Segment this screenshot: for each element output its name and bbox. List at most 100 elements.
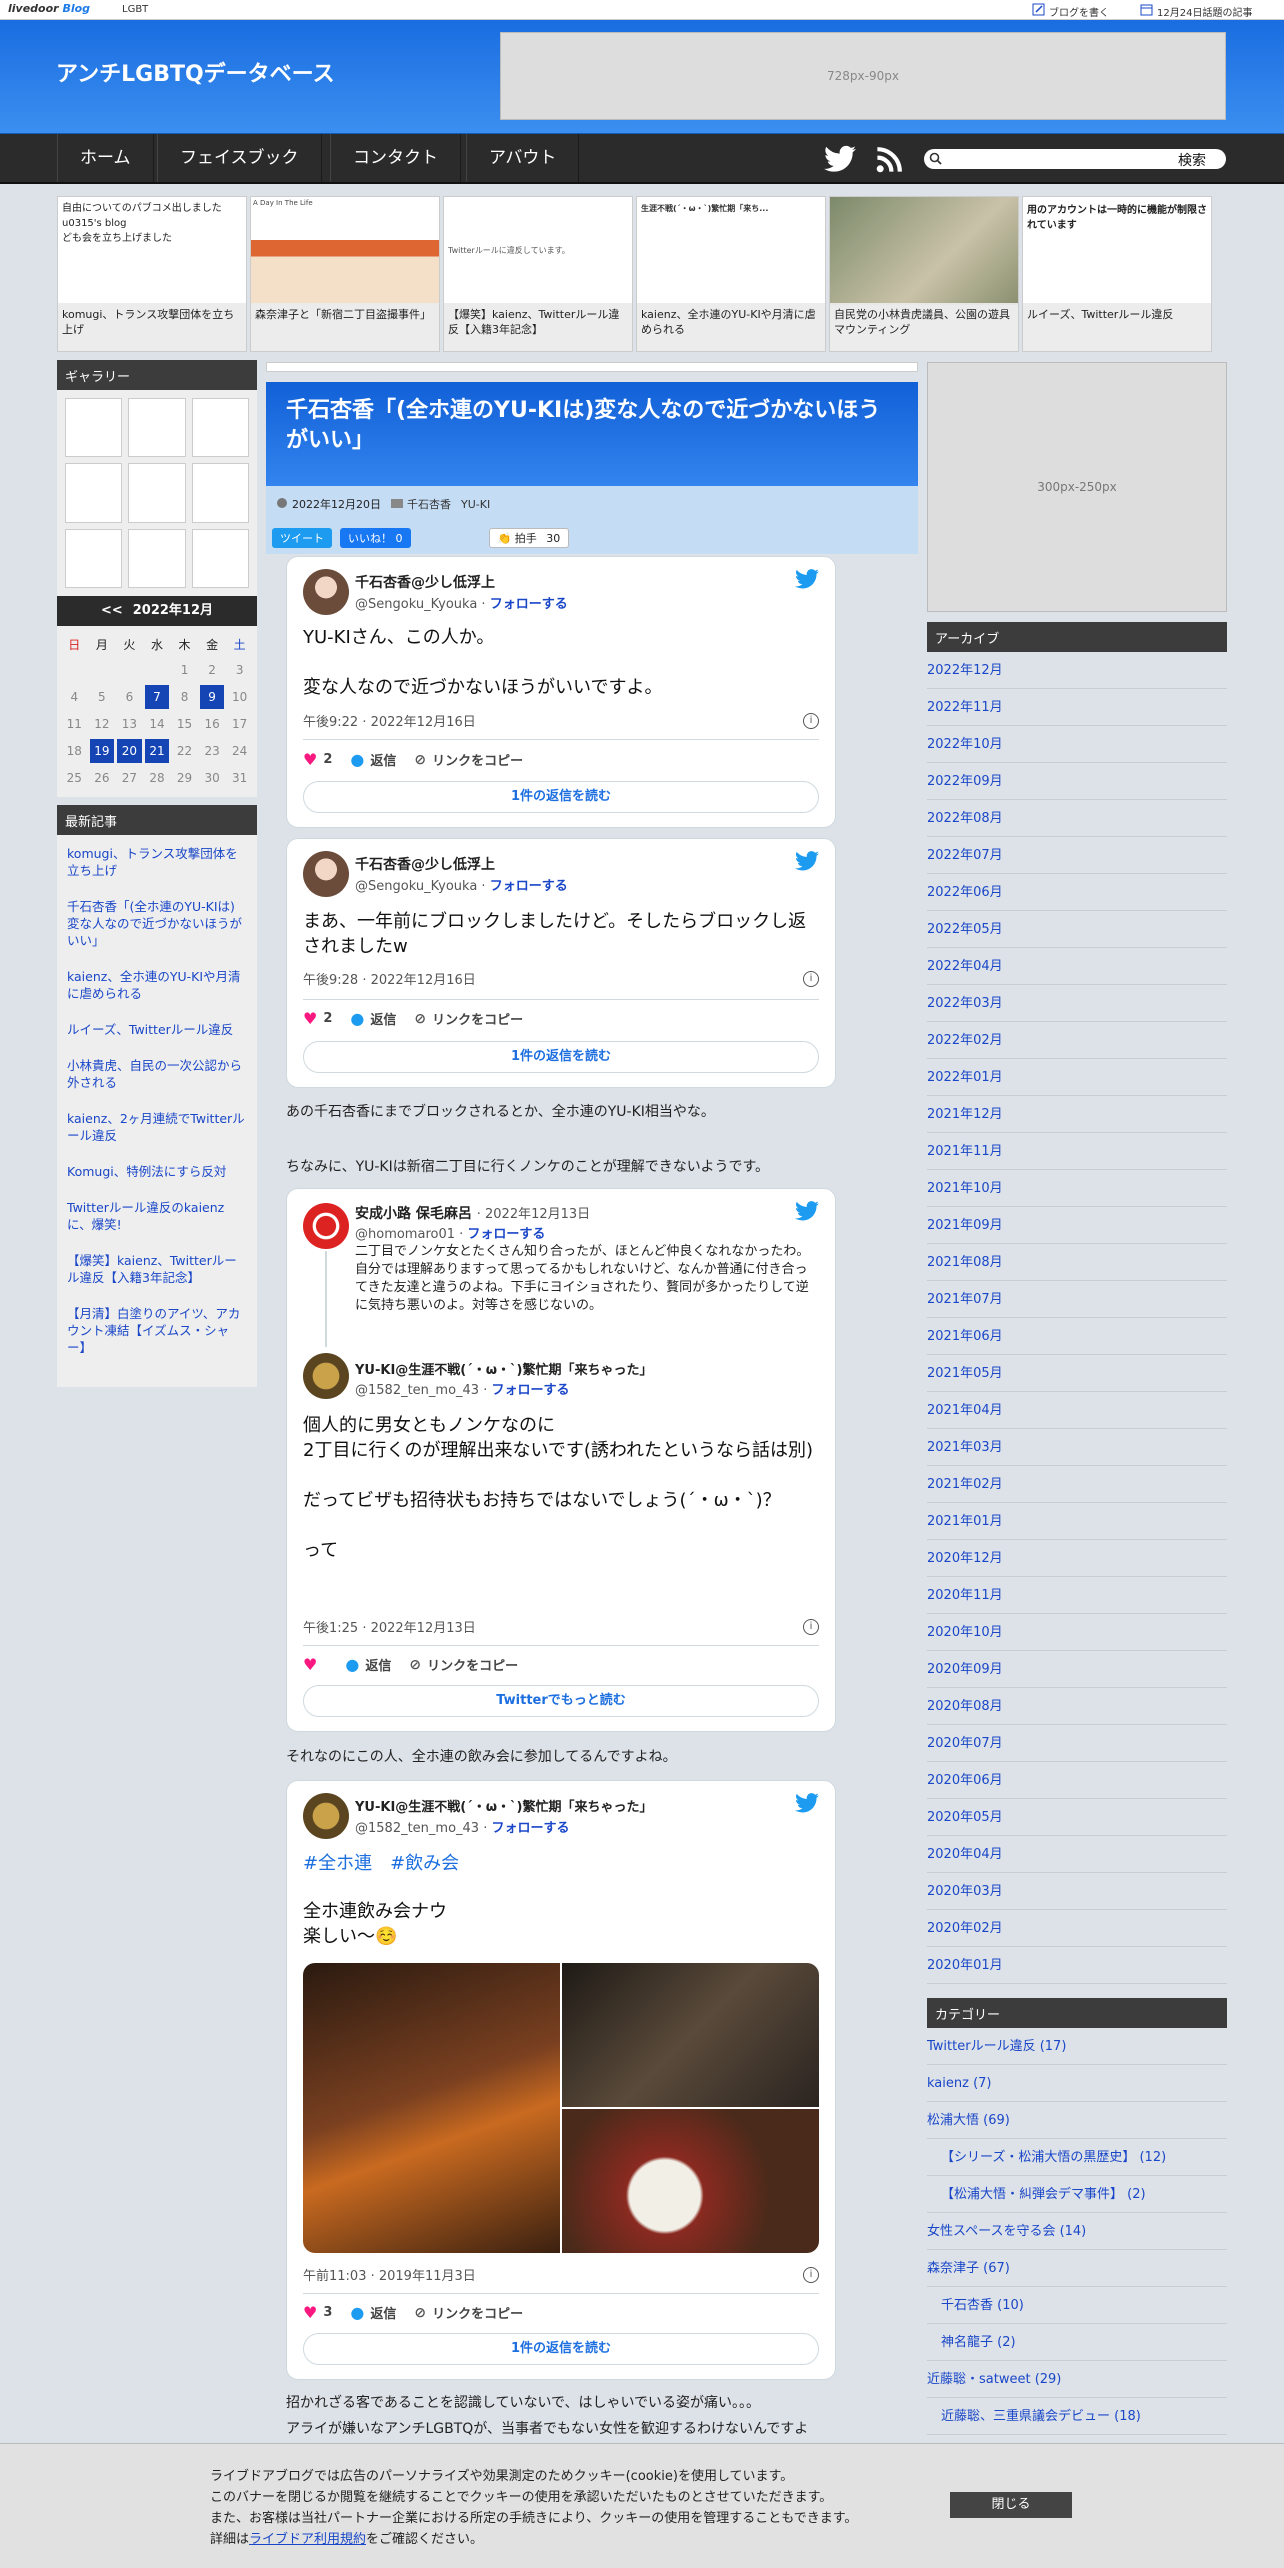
archive-link[interactable]: 2020年10月 xyxy=(927,1614,1227,1651)
avatar[interactable] xyxy=(303,1353,349,1399)
calendar-day-link[interactable]: 20 xyxy=(117,739,142,763)
gallery-thumb[interactable] xyxy=(128,463,186,523)
archive-link[interactable]: 2020年05月 xyxy=(927,1799,1227,1836)
twitter-bird-icon[interactable] xyxy=(795,1201,819,1221)
calendar-day-link[interactable]: 7 xyxy=(144,685,170,709)
archive-link[interactable]: 2021年03月 xyxy=(927,1429,1227,1466)
read-replies-button[interactable]: 1件の返信を読む xyxy=(303,2333,819,2365)
nav-about[interactable]: アバウト xyxy=(466,134,580,182)
info-icon[interactable]: i xyxy=(803,2267,819,2283)
follow-link[interactable]: フォローする xyxy=(491,1821,569,1836)
recent-item[interactable]: 【爆笑】kaienz、Twitterルール違反【入籍3年記念】 xyxy=(67,1252,247,1286)
like-button[interactable]: いいね！ 0 xyxy=(340,528,411,548)
copy-link-action[interactable]: ⊘ リンクをコピー xyxy=(414,750,523,770)
livedoor-blog-logo[interactable]: livedoor Blog xyxy=(8,2,90,15)
info-icon[interactable]: i xyxy=(803,1619,819,1635)
archive-link[interactable]: 2021年06月 xyxy=(927,1318,1227,1355)
category-link[interactable]: 森奈津子 (67) xyxy=(927,2250,1227,2287)
tweet-author-name[interactable]: YU-KI@生涯不戦(´・ω・`)繁忙期「来ちゃった」 xyxy=(355,1359,652,1378)
archive-link[interactable]: 2022年03月 xyxy=(927,985,1227,1022)
calendar-day-link[interactable]: 9 xyxy=(199,685,225,709)
archive-link[interactable]: 2022年04月 xyxy=(927,948,1227,985)
search-button[interactable]: 検索 xyxy=(1178,150,1206,170)
recent-item[interactable]: 【月清】白塗りのアイツ、アカウント凍結【イズムス・シャー】 xyxy=(67,1305,247,1356)
archive-link[interactable]: 2020年04月 xyxy=(927,1836,1227,1873)
follow-link[interactable]: フォローする xyxy=(490,597,568,612)
recent-item[interactable]: Komugi、特例法にすら反対 xyxy=(67,1163,247,1180)
archive-link[interactable]: 2022年10月 xyxy=(927,726,1227,763)
related-card[interactable]: Twitterルールに違反しています。 【爆笑】kaienz、Twitterルー… xyxy=(443,196,633,352)
tweet-timestamp[interactable]: 午後9:28 · 2022年12月16日 xyxy=(303,969,476,988)
archive-link[interactable]: 2022年06月 xyxy=(927,874,1227,911)
calendar-day-link[interactable]: 19 xyxy=(89,739,115,763)
tweet-author-name[interactable]: YU-KI@生涯不戦(´・ω・`)繁忙期「来ちゃった」 xyxy=(355,1796,652,1815)
recent-item[interactable]: 小林貴虎、自民の一次公認から外される xyxy=(67,1057,247,1091)
archive-link[interactable]: 2021年01月 xyxy=(927,1503,1227,1540)
archive-link[interactable]: 2020年08月 xyxy=(927,1688,1227,1725)
archive-link[interactable]: 2022年05月 xyxy=(927,911,1227,948)
follow-link[interactable]: フォローする xyxy=(467,1227,545,1242)
avatar[interactable] xyxy=(303,569,349,615)
recent-item[interactable]: Twitterルール違反のkaienzに、爆笑! xyxy=(67,1199,247,1233)
copy-link-action[interactable]: ⊘ リンクをコピー xyxy=(414,2303,523,2323)
follow-link[interactable]: フォローする xyxy=(491,1383,569,1398)
tweet-author-name[interactable]: 千石杏香@少し低浮上 xyxy=(355,572,495,592)
follow-link[interactable]: フォローする xyxy=(490,879,568,894)
gallery-thumb[interactable] xyxy=(128,528,186,588)
tweet-photo[interactable] xyxy=(562,2109,819,2253)
tweet-handle[interactable]: @1582_ten_mo_43 xyxy=(355,1383,479,1398)
archive-link[interactable]: 2021年05月 xyxy=(927,1355,1227,1392)
calendar-day-link[interactable]: 21 xyxy=(144,739,170,763)
archive-link[interactable]: 2021年04月 xyxy=(927,1392,1227,1429)
category-link[interactable]: 【松浦大悟・糾弾会デマ事件】 (2) xyxy=(927,2176,1227,2213)
recent-item[interactable]: 千石杏香「(全ホ連のYU-KIは)変な人なので近づかないほうがいい」 xyxy=(67,898,247,949)
nav-contact[interactable]: コンタクト xyxy=(330,134,461,182)
reply-action[interactable]: ● 返信 xyxy=(350,750,396,769)
archive-link[interactable]: 2021年10月 xyxy=(927,1170,1227,1207)
archive-link[interactable]: 2022年08月 xyxy=(927,800,1227,837)
reply-action[interactable]: ● 返信 xyxy=(345,1655,391,1674)
read-replies-button[interactable]: 1件の返信を読む xyxy=(303,781,819,813)
category-link[interactable]: Twitterルール違反 (17) xyxy=(927,2028,1227,2065)
category-link[interactable]: 近藤聡、三重県議会デビュー (18) xyxy=(927,2398,1227,2435)
reply-action[interactable]: ● 返信 xyxy=(350,1009,396,1028)
avatar[interactable] xyxy=(303,1203,349,1249)
hashtags[interactable]: #全ホ連 #飲み会 xyxy=(303,1851,819,1876)
tweet-author-name[interactable]: 千石杏香@少し低浮上 xyxy=(355,854,495,874)
twitter-bird-icon[interactable] xyxy=(795,851,819,871)
archive-link[interactable]: 2021年11月 xyxy=(927,1133,1227,1170)
gallery-thumb[interactable] xyxy=(191,398,249,458)
read-replies-button[interactable]: 1件の返信を読む xyxy=(303,1041,819,1073)
archive-link[interactable]: 2020年03月 xyxy=(927,1873,1227,1910)
category-link[interactable]: 千石杏香 xyxy=(407,496,451,512)
archive-link[interactable]: 2020年06月 xyxy=(927,1762,1227,1799)
quoted-author-name[interactable]: 安成小路 保毛麻呂 xyxy=(355,1206,472,1222)
blog-title[interactable]: アンチLGBTQデータベース xyxy=(56,56,335,88)
twitter-bird-icon[interactable] xyxy=(795,569,819,589)
terms-link[interactable]: ライブドア利用規約 xyxy=(249,2532,366,2547)
tweet-handle[interactable]: @Sengoku_Kyouka xyxy=(355,879,477,894)
like-action[interactable]: ♥ 2 xyxy=(303,1009,332,1028)
related-card[interactable]: 用のアカウントは一時的に機能が制限されています ルイーズ、Twitterルール違… xyxy=(1022,196,1212,352)
twitter-bird-icon[interactable] xyxy=(795,1793,819,1813)
archive-link[interactable]: 2022年09月 xyxy=(927,763,1227,800)
tweet-timestamp[interactable]: 午後1:25 · 2022年12月13日 xyxy=(303,1617,476,1636)
tweet-button[interactable]: ツイート xyxy=(272,528,332,548)
nav-facebook[interactable]: フェイスブック xyxy=(157,134,322,182)
tweet-handle[interactable]: @homomaro01 xyxy=(355,1227,455,1242)
rss-icon[interactable] xyxy=(876,145,904,177)
tweet-handle[interactable]: @Sengoku_Kyouka xyxy=(355,597,477,612)
nav-home[interactable]: ホーム xyxy=(57,134,154,182)
avatar[interactable] xyxy=(303,851,349,897)
archive-link[interactable]: 2022年11月 xyxy=(927,689,1227,726)
recent-item[interactable]: kaienz、全ホ連のYU-KIや月清に虐められる xyxy=(67,968,247,1002)
recent-item[interactable]: kaienz、2ヶ月連続でTwitterルール違反 xyxy=(67,1110,247,1144)
archive-link[interactable]: 2020年09月 xyxy=(927,1651,1227,1688)
trending-link[interactable]: 12月24日話題の記事 xyxy=(1140,3,1252,19)
tweet-timestamp[interactable]: 午前11:03 · 2019年11月3日 xyxy=(303,2265,476,2284)
archive-link[interactable]: 2021年08月 xyxy=(927,1244,1227,1281)
related-card[interactable]: 自由についてのパブコメ出しました u0315's blog ども会を立ち上げまし… xyxy=(57,196,247,352)
archive-link[interactable]: 2021年02月 xyxy=(927,1466,1227,1503)
info-icon[interactable]: i xyxy=(803,713,819,729)
archive-link[interactable]: 2021年12月 xyxy=(927,1096,1227,1133)
